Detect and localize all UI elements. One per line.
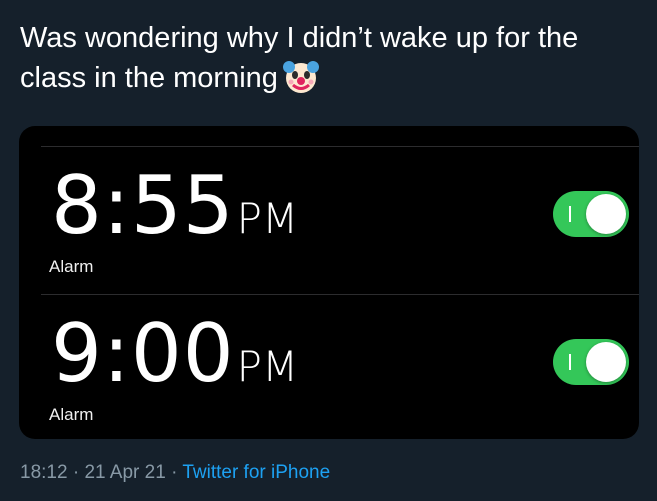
alarm-screenshot[interactable]: 8:55PM Alarm 9:00PM Alarm <box>19 126 639 439</box>
alarm-row: 8:55PM Alarm <box>41 146 639 294</box>
alarm-row: 9:00PM Alarm <box>41 294 639 439</box>
tweet-text: Was wondering why I didn’t wake up for t… <box>20 18 640 98</box>
toggle-knob <box>586 342 626 382</box>
tweet-source-link[interactable]: Twitter for iPhone <box>182 462 330 483</box>
alarm-label: Alarm <box>49 405 94 424</box>
meta-separator: · <box>171 462 178 483</box>
alarm-time-value: 9:00 <box>51 307 235 400</box>
alarm-toggle[interactable] <box>553 339 629 385</box>
alarm-time: 9:00PM <box>51 313 298 395</box>
alarm-label: Alarm <box>49 257 94 276</box>
meta-separator: · <box>72 462 80 483</box>
alarm-toggle[interactable] <box>553 191 629 237</box>
alarm-ampm: PM <box>236 194 299 243</box>
toggle-on-indicator <box>569 206 571 222</box>
tweet-date[interactable]: 21 Apr 21 <box>84 462 165 483</box>
tweet: Was wondering why I didn’t wake up for t… <box>0 0 657 501</box>
clown-face-icon <box>282 57 320 95</box>
toggle-on-indicator <box>569 354 571 370</box>
alarm-time-value: 8:55 <box>51 159 235 252</box>
alarm-ampm: PM <box>236 342 299 391</box>
toggle-knob <box>586 194 626 234</box>
tweet-meta: 18:12 · 21 Apr 21 · Twitter for iPhone <box>20 462 330 484</box>
tweet-time[interactable]: 18:12 <box>20 462 68 483</box>
alarm-time: 8:55PM <box>51 165 298 247</box>
